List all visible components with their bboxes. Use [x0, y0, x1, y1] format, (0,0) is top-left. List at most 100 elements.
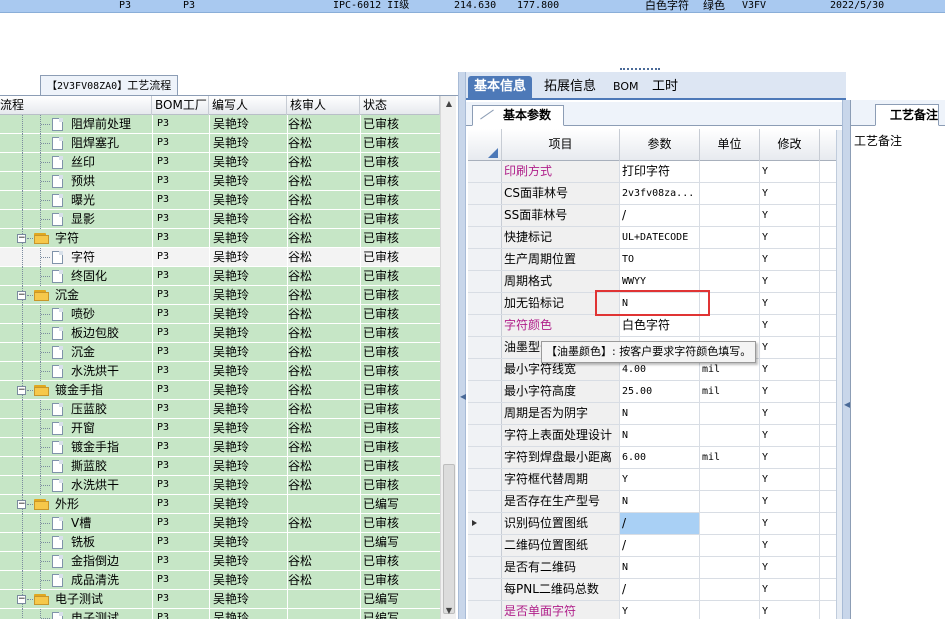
scroll-up-icon[interactable]: ▲: [441, 96, 457, 112]
tree-row[interactable]: 显影 P3 吴艳玲 谷松 已审核: [0, 210, 440, 229]
param-row[interactable]: 识别码位置图纸 / Y: [468, 513, 844, 535]
param-row[interactable]: 每PNL二维码总数 / Y: [468, 579, 844, 601]
row-indicator[interactable]: [468, 359, 502, 380]
collapse-toggle-icon[interactable]: −: [17, 386, 26, 395]
param-row[interactable]: CS面菲林号 2v3fv08za... Y: [468, 183, 844, 205]
row-indicator[interactable]: [468, 293, 502, 314]
row-indicator[interactable]: [468, 425, 502, 446]
param-row[interactable]: 最小字符高度 25.00 mil Y: [468, 381, 844, 403]
tree-row[interactable]: 成品清洗 P3 吴艳玲 谷松 已审核: [0, 571, 440, 590]
tab-work-hours[interactable]: 工时: [646, 76, 684, 100]
scroll-down-icon[interactable]: ▼: [441, 603, 457, 619]
param-value-cell[interactable]: N: [620, 425, 700, 446]
param-value-cell[interactable]: /: [620, 535, 700, 556]
tree-row[interactable]: 喷砂 P3 吴艳玲 谷松 已审核: [0, 305, 440, 324]
collapse-toggle-icon[interactable]: −: [17, 234, 26, 243]
grid-corner[interactable]: [468, 129, 502, 161]
vertical-splitter[interactable]: ◀: [458, 72, 466, 619]
param-value-cell[interactable]: 白色字符: [620, 315, 700, 336]
col-header-item[interactable]: 项目: [502, 129, 620, 161]
param-row[interactable]: 生产周期位置 TO Y: [468, 249, 844, 271]
tree-row[interactable]: 丝印 P3 吴艳玲 谷松 已审核: [0, 153, 440, 172]
collapse-toggle-icon[interactable]: −: [17, 595, 26, 604]
col-header-status[interactable]: 状态: [360, 96, 440, 115]
tree-row[interactable]: − 沉金 P3 吴艳玲 谷松 已审核: [0, 286, 440, 305]
param-row[interactable]: SS面菲林号 / Y: [468, 205, 844, 227]
tree-row[interactable]: 阻焊塞孔 P3 吴艳玲 谷松 已审核: [0, 134, 440, 153]
row-indicator[interactable]: [468, 601, 502, 619]
tree-row[interactable]: 板边包胶 P3 吴艳玲 谷松 已审核: [0, 324, 440, 343]
row-indicator[interactable]: [468, 205, 502, 226]
param-value-cell[interactable]: /: [620, 579, 700, 600]
row-indicator[interactable]: [468, 337, 502, 358]
row-indicator[interactable]: [468, 491, 502, 512]
param-value-cell[interactable]: N: [620, 557, 700, 578]
collapse-toggle-icon[interactable]: −: [17, 500, 26, 509]
col-header-writer[interactable]: 编写人: [209, 96, 287, 115]
right-splitter[interactable]: ◀: [842, 100, 850, 619]
collapse-toggle-icon[interactable]: −: [17, 291, 26, 300]
scrollbar-thumb[interactable]: [443, 464, 455, 614]
param-row[interactable]: 快捷标记 UL+DATECODE Y: [468, 227, 844, 249]
param-value-cell[interactable]: 2v3fv08za...: [620, 183, 700, 204]
tree-row[interactable]: 字符 P3 吴艳玲 谷松 已审核: [0, 248, 440, 267]
tree-row[interactable]: 开窗 P3 吴艳玲 谷松 已审核: [0, 419, 440, 438]
row-indicator[interactable]: [468, 535, 502, 556]
tab-basic-info[interactable]: 基本信息: [468, 76, 533, 100]
row-indicator[interactable]: [468, 183, 502, 204]
row-indicator[interactable]: [468, 557, 502, 578]
param-value-cell[interactable]: Y: [620, 469, 700, 490]
process-flow-tab[interactable]: 【2V3FV08ZA0】工艺流程: [40, 75, 179, 95]
row-indicator[interactable]: [468, 249, 502, 270]
row-indicator[interactable]: [468, 403, 502, 424]
param-value-cell[interactable]: TO: [620, 249, 700, 270]
tree-row[interactable]: 终固化 P3 吴艳玲 谷松 已审核: [0, 267, 440, 286]
param-value-cell[interactable]: N: [620, 491, 700, 512]
tree-row[interactable]: 撕蓝胶 P3 吴艳玲 谷松 已审核: [0, 457, 440, 476]
tab-process-notes[interactable]: 工艺备注: [875, 104, 940, 126]
param-value-cell[interactable]: UL+DATECODE: [620, 227, 700, 248]
param-value-cell[interactable]: N: [620, 403, 700, 424]
tree-row[interactable]: 预烘 P3 吴艳玲 谷松 已审核: [0, 172, 440, 191]
param-row[interactable]: 印刷方式 打印字符 Y: [468, 161, 844, 183]
tree-row[interactable]: 阻焊前处理 P3 吴艳玲 谷松 已审核: [0, 115, 440, 134]
param-row[interactable]: 二维码位置图纸 / Y: [468, 535, 844, 557]
tree-row[interactable]: 金指倒边 P3 吴艳玲 谷松 已审核: [0, 552, 440, 571]
row-indicator[interactable]: [468, 271, 502, 292]
param-row[interactable]: 是否存在生产型号 N Y: [468, 491, 844, 513]
tree-row[interactable]: 镀金手指 P3 吴艳玲 谷松 已审核: [0, 438, 440, 457]
param-value-cell[interactable]: WWYY: [620, 271, 700, 292]
param-row[interactable]: 是否有二维码 N Y: [468, 557, 844, 579]
tree-row[interactable]: 水洗烘干 P3 吴艳玲 谷松 已审核: [0, 362, 440, 381]
row-indicator[interactable]: [468, 469, 502, 490]
row-indicator[interactable]: [468, 381, 502, 402]
tree-row[interactable]: 曝光 P3 吴艳玲 谷松 已审核: [0, 191, 440, 210]
param-value-cell[interactable]: 打印字符: [620, 161, 700, 182]
row-indicator[interactable]: [468, 315, 502, 336]
param-row[interactable]: 周期是否为阴字 N Y: [468, 403, 844, 425]
param-row[interactable]: 字符颜色 白色字符 Y: [468, 315, 844, 337]
col-header-bom[interactable]: BOM工厂: [152, 96, 209, 115]
tree-row[interactable]: 铣板 P3 吴艳玲 已编写: [0, 533, 440, 552]
tree-row[interactable]: 水洗烘干 P3 吴艳玲 谷松 已审核: [0, 476, 440, 495]
col-header-reviewer[interactable]: 核审人: [287, 96, 360, 115]
tab-extended-info[interactable]: 拓展信息: [538, 76, 602, 100]
col-header-unit[interactable]: 单位: [700, 129, 760, 161]
tree-row[interactable]: V槽 P3 吴艳玲 谷松 已审核: [0, 514, 440, 533]
param-value-cell[interactable]: 25.00: [620, 381, 700, 402]
tree-scrollbar[interactable]: ▲ ▼: [440, 96, 456, 619]
param-row[interactable]: 字符框代替周期 Y Y: [468, 469, 844, 491]
param-row[interactable]: 字符到焊盘最小距离 6.00 mil Y: [468, 447, 844, 469]
row-indicator[interactable]: [468, 161, 502, 182]
tree-row[interactable]: − 电子测试 P3 吴艳玲 已编写: [0, 590, 440, 609]
col-header-flow[interactable]: 流程: [0, 96, 152, 115]
tree-row[interactable]: − 外形 P3 吴艳玲 已编写: [0, 495, 440, 514]
row-indicator[interactable]: [468, 447, 502, 468]
tab-bom[interactable]: BOM: [607, 76, 645, 100]
col-header-modify[interactable]: 修改: [760, 129, 820, 161]
current-row-indicator-icon[interactable]: [468, 513, 502, 534]
param-row[interactable]: 是否单面字符 Y Y: [468, 601, 844, 619]
tree-row[interactable]: 电子测试 P3 吴艳玲 已编写: [0, 609, 440, 619]
row-indicator[interactable]: [468, 579, 502, 600]
tree-row[interactable]: 压蓝胶 P3 吴艳玲 谷松 已审核: [0, 400, 440, 419]
